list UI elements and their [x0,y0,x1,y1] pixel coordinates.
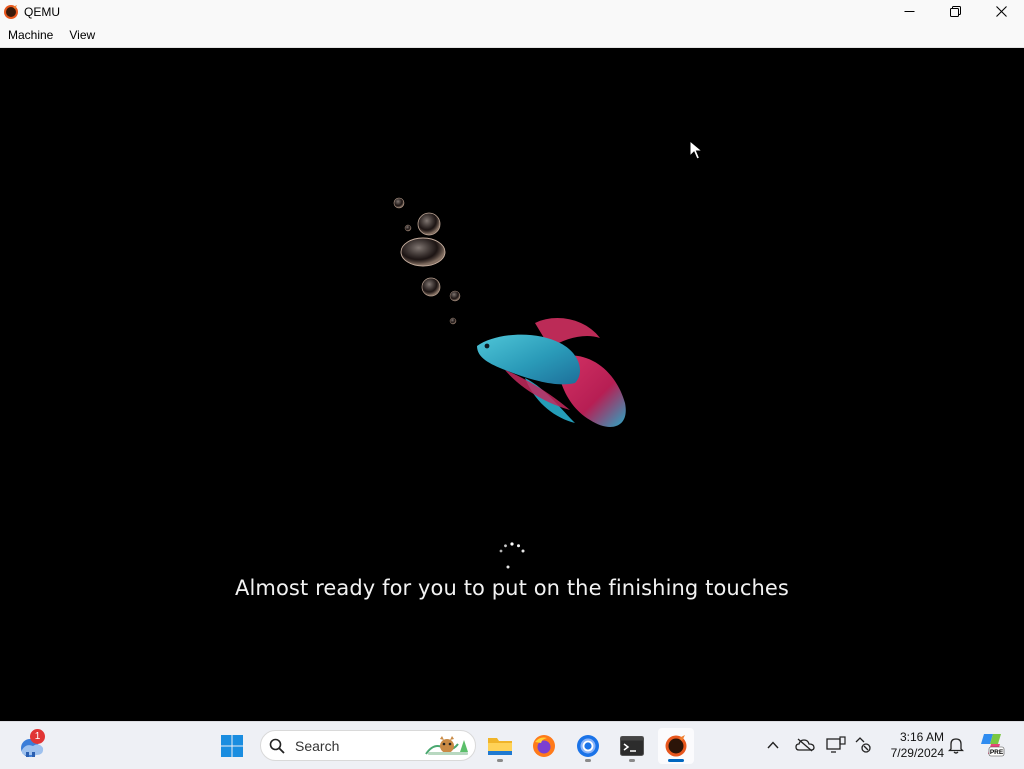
bell-icon [948,738,964,754]
restore-button[interactable] [932,0,978,23]
search-highlight-illustration-icon [425,736,468,755]
betta-fish-illustration [393,197,626,427]
restore-icon [949,6,961,17]
display-tray-button[interactable] [825,734,847,756]
active-app-indicator [668,759,684,762]
menu-view[interactable]: View [61,23,103,47]
onedrive-tray-button[interactable] [794,734,816,756]
window-controls [886,0,1024,23]
terminal-icon [620,736,644,756]
minimize-icon [904,11,914,12]
clock-time: 3:16 AM [899,730,944,744]
menu-bar: Machine View [0,23,1024,48]
start-button[interactable] [214,728,250,764]
running-indicator [629,759,635,762]
search-placeholder: Search [295,738,340,754]
running-indicator [497,759,503,762]
taskbar-app-chrome[interactable] [570,728,606,764]
display-icon [826,736,846,753]
file-explorer-icon [488,738,512,755]
qemu-app-icon [4,4,18,19]
close-icon [995,6,1007,17]
show-hidden-icons-button[interactable] [762,734,784,756]
copilot-icon: PRE [981,734,1005,757]
title-bar: QEMU [0,0,1024,23]
taskbar-app-qemu[interactable] [658,728,694,764]
loading-spinner-icon [499,542,525,569]
widgets-notification-badge: 1 [30,729,45,744]
taskbar-search-box[interactable]: Search [260,730,476,761]
window-title: QEMU [24,4,60,19]
taskbar-app-file-explorer[interactable] [482,728,518,764]
setup-status-message: Almost ready for you to put on the finis… [235,576,789,600]
start-icon [221,735,243,757]
taskbar-clock[interactable]: 3:16 AM 7/29/2024 [878,729,944,761]
taskbar-app-firefox[interactable] [526,728,562,764]
chevron-up-icon [767,741,779,749]
minimize-button[interactable] [886,0,932,23]
chrome-icon [577,735,599,757]
vm-display[interactable]: Almost ready for you to put on the finis… [0,48,1024,721]
taskbar-app-terminal[interactable] [614,728,650,764]
onedrive-icon [795,738,815,752]
clock-date: 7/29/2024 [890,746,944,760]
taskbar: 1 Search 3:16 AM 7/29/2024 PRE [0,721,1024,769]
running-indicator [585,759,591,762]
mouse-cursor-icon [689,140,703,160]
close-button[interactable] [978,0,1024,23]
qemu-icon [665,735,687,757]
network-tray-button[interactable] [852,734,874,756]
notifications-button[interactable] [945,734,967,756]
menu-machine[interactable]: Machine [0,23,61,47]
network-icon [855,737,871,753]
copilot-button[interactable]: PRE [979,731,1005,757]
copilot-pre-badge: PRE [990,749,1004,756]
firefox-icon [533,735,555,757]
search-icon [269,738,285,754]
